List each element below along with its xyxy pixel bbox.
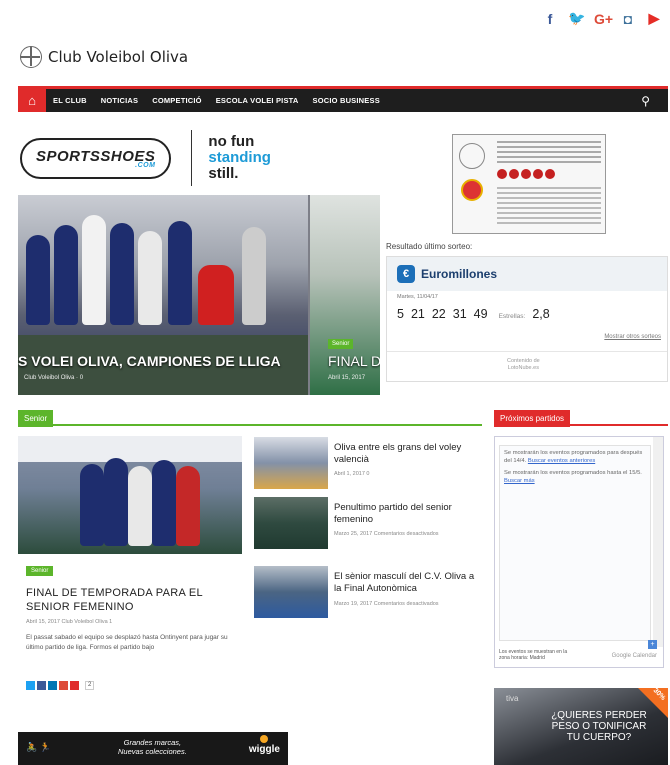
lottery-header: € Euromillones bbox=[387, 257, 667, 291]
volleyball-logo-icon bbox=[20, 46, 42, 68]
post-title[interactable]: Oliva entre els grans del voley valencià bbox=[334, 442, 480, 466]
post-meta: Marzo 25, 2017 Comentarios desactivados bbox=[334, 531, 439, 537]
nav-item-competicio[interactable]: COMPETICIÓ bbox=[145, 96, 209, 105]
fitness-ad[interactable]: 30% tiva ¿QUIERES PERDER PESO O TONIFICA… bbox=[494, 688, 668, 765]
main-nav: ⌂ EL CLUB NOTICIAS COMPETICIÓ ESCOLA VOL… bbox=[18, 86, 668, 112]
slide-tag[interactable]: Senior bbox=[328, 339, 354, 349]
featured-post-title[interactable]: FINAL DE TEMPORADA PARA EL SENIOR FEMENI… bbox=[26, 586, 236, 614]
facebook-share-icon[interactable] bbox=[37, 681, 46, 690]
post-thumbnail[interactable] bbox=[254, 437, 328, 489]
more-events-link[interactable]: Buscar más bbox=[504, 478, 535, 484]
linkedin-share-icon[interactable] bbox=[48, 681, 57, 690]
ticket-numbers bbox=[497, 169, 555, 179]
social-links: f 🐦 G+ ◘ ▶ bbox=[542, 10, 662, 27]
add-calendar-icon[interactable]: + bbox=[648, 640, 657, 649]
nav-item-escola-volei-pista[interactable]: ESCOLA VOLEI PISTA bbox=[209, 96, 306, 105]
sportsshoes-logo: SPORTSSHOES .COM bbox=[20, 137, 172, 179]
featured-post-excerpt: El passat sabado el equipo se desplazó h… bbox=[26, 634, 228, 651]
lottery-footer[interactable]: Contenido de LotoNube.es bbox=[507, 358, 540, 372]
page: f 🐦 G+ ◘ ▶ Club Voleibol Oliva ⌂ EL CLUB… bbox=[0, 0, 670, 765]
featured-post-image[interactable] bbox=[18, 436, 242, 554]
lottery-number: 5 bbox=[397, 307, 404, 321]
featured-post-meta: Abril 15, 2017 Club Voleibol Oliva 1 bbox=[26, 619, 113, 625]
ad-slogan: no fun standing still. bbox=[208, 133, 271, 182]
earlier-events-link[interactable]: Buscar eventos anteriores bbox=[528, 458, 595, 464]
youtube-icon[interactable]: ▶ bbox=[646, 10, 662, 27]
twitter-share-icon[interactable] bbox=[26, 681, 35, 690]
featured-slider[interactable]: S VOLEI OLIVA, CAMPIONES DE LLIGA Club V… bbox=[18, 195, 380, 395]
slide-meta-next: Abril 15, 2017 bbox=[328, 375, 366, 381]
nav-item-noticias[interactable]: NOTICIAS bbox=[94, 96, 145, 105]
facebook-icon[interactable]: f bbox=[542, 11, 558, 27]
slide-caption-next[interactable]: FINAL DE bbox=[328, 353, 380, 369]
section-header-senior: Senior bbox=[18, 408, 482, 427]
post-meta: Marzo 19, 2017 Comentarios desactivados bbox=[334, 601, 439, 607]
nav-item-el-club[interactable]: EL CLUB bbox=[46, 96, 94, 105]
calendar-agenda[interactable]: Se mostrarán los eventos programados par… bbox=[499, 445, 651, 641]
other-draws-link[interactable]: Mostrar otros sorteos bbox=[604, 334, 661, 340]
ticket-seal bbox=[461, 179, 483, 201]
lottery-number: 22 bbox=[431, 307, 446, 321]
lottery-stars: 2,8 bbox=[532, 307, 550, 321]
googleplus-share-icon[interactable] bbox=[59, 681, 68, 690]
slide-caption[interactable]: S VOLEI OLIVA, CAMPIONES DE LLIGA bbox=[18, 353, 281, 369]
lottery-number: 49 bbox=[473, 307, 488, 321]
wiggle-ad[interactable]: 🚴 🏃 Grandes marcas, Nuevas colecciones. … bbox=[18, 732, 288, 765]
post-meta: Abril 1, 2017 0 bbox=[334, 471, 370, 477]
googleplus-icon[interactable]: G+ bbox=[594, 11, 613, 27]
fitness-brand: tiva bbox=[506, 694, 519, 703]
fitness-ad-text: ¿QUIERES PERDER PESO O TONIFICAR TU CUER… bbox=[551, 710, 647, 743]
email-share-icon[interactable] bbox=[70, 681, 79, 690]
nav-item-socio-business[interactable]: SOCIO BUSINESS bbox=[306, 96, 387, 105]
post-thumbnail[interactable] bbox=[254, 566, 328, 618]
section-label: Próximos partidos bbox=[494, 410, 571, 427]
slide-main-image[interactable]: S VOLEI OLIVA, CAMPIONES DE LLIGA Club V… bbox=[18, 195, 308, 395]
wiggle-logo-icon bbox=[260, 735, 268, 743]
site-logo[interactable]: Club Voleibol Oliva bbox=[20, 46, 188, 68]
ticket-logo bbox=[459, 143, 485, 169]
share-count: 2 bbox=[85, 681, 95, 690]
lottery-number: 31 bbox=[452, 307, 467, 321]
search-icon[interactable]: ⚲ bbox=[641, 94, 650, 108]
home-icon[interactable]: ⌂ bbox=[18, 89, 46, 112]
section-header-proximos: Próximos partidos bbox=[494, 408, 668, 427]
lottery-date: Martes, 11/04/17 bbox=[397, 294, 438, 300]
post-thumbnail[interactable] bbox=[254, 497, 328, 549]
instagram-icon[interactable]: ◘ bbox=[620, 11, 636, 27]
ad-divider bbox=[191, 130, 193, 186]
site-title: Club Voleibol Oliva bbox=[48, 48, 189, 66]
share-buttons: 2 bbox=[26, 681, 95, 690]
calendar-scrollbar[interactable] bbox=[653, 437, 663, 647]
sports-icons: 🚴 🏃 bbox=[26, 742, 51, 752]
sportsshoes-ad[interactable]: SPORTSSHOES .COM no fun standing still. bbox=[20, 128, 282, 188]
calendar-timezone: Los eventos se muestran en la zona horar… bbox=[499, 649, 568, 661]
stars-label: Estrellas: bbox=[498, 313, 526, 320]
section-label[interactable]: Senior bbox=[18, 410, 54, 427]
twitter-icon[interactable]: 🐦 bbox=[568, 10, 585, 27]
google-calendar-link[interactable]: Google Calendar bbox=[612, 653, 657, 659]
lottery-ticket-ad[interactable] bbox=[452, 134, 606, 234]
post-title[interactable]: El sènior masculí del C.V. Oliva a la Fi… bbox=[334, 571, 480, 595]
lottery-number: 21 bbox=[410, 307, 425, 321]
euromillones-icon: € bbox=[397, 265, 415, 283]
post-title[interactable]: Penultimo partido del senior femenino bbox=[334, 502, 480, 526]
featured-post-tag[interactable]: Senior bbox=[26, 566, 54, 576]
calendar-widget: Se mostrarán los eventos programados par… bbox=[494, 436, 664, 668]
lottery-title: Resultado último sorteo: bbox=[386, 242, 473, 251]
lottery-widget: € Euromillones Martes, 11/04/17 5 21 22 … bbox=[386, 256, 668, 382]
lottery-numbers: 5 21 22 31 49 Estrellas: 2,8 bbox=[397, 307, 550, 321]
wiggle-brand: wiggle bbox=[248, 744, 280, 755]
lottery-game: Euromillones bbox=[421, 267, 498, 281]
slide-meta: Club Voleibol Oliva · 0 bbox=[24, 375, 84, 381]
